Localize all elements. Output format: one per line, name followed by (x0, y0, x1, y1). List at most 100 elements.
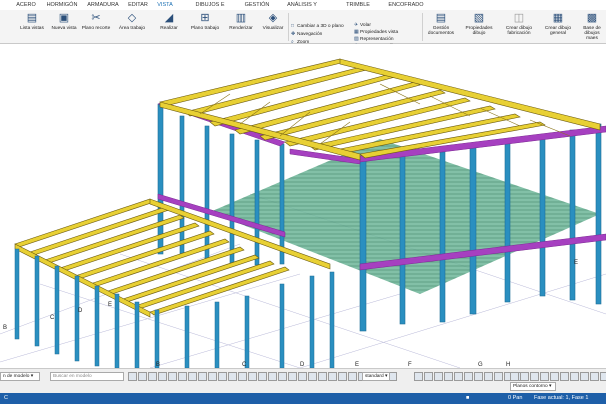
tool-icon[interactable] (288, 372, 297, 381)
tab-analisis-diseno[interactable]: ANÁLISIS Y DISEÑO (276, 1, 328, 17)
tool-icon[interactable] (228, 372, 237, 381)
ribbon-tabs: ACERO HORMIGÓN ARMADURA EDITAR VISTA DIB… (0, 0, 606, 17)
view-list-icon: ▤ (26, 12, 38, 24)
tool-icon[interactable] (248, 372, 257, 381)
tool-icon[interactable] (298, 372, 307, 381)
view-icon[interactable] (540, 372, 549, 381)
phase-status: Fase actual: 1, Fase 1 (534, 395, 589, 401)
snap-icon[interactable] (454, 372, 463, 381)
view-icon[interactable] (590, 372, 599, 381)
grid-labels: B C D E B C D E F G H E (3, 260, 578, 368)
nueva-vista-button[interactable]: ▣ Nueva vista (50, 12, 78, 31)
tool-icon[interactable] (238, 372, 247, 381)
view-icon[interactable] (510, 372, 519, 381)
snap-icon[interactable] (424, 372, 433, 381)
area-trabajo-button[interactable]: ◇ Área trabajo (116, 12, 148, 31)
tab-editar[interactable]: EDITAR (126, 1, 150, 10)
tab-encofrado[interactable]: ENCOFRADO (388, 1, 424, 10)
model-select[interactable]: n de modelo ▾ (0, 372, 40, 381)
snap-icon[interactable] (484, 372, 493, 381)
visualizar-button[interactable]: ◈ Visualizar (260, 12, 286, 31)
tool-icon[interactable] (208, 372, 217, 381)
standard-select[interactable]: standard ▾ (362, 372, 390, 381)
tab-armadura[interactable]: ARMADURA (85, 1, 121, 10)
ribbon-separator (422, 13, 423, 41)
tab-acero[interactable]: ACERO (14, 1, 38, 10)
snap-icon[interactable] (434, 372, 443, 381)
grid-label: D (78, 308, 83, 314)
plano-recorte-button[interactable]: ✂ Plano recorte (80, 12, 112, 31)
gestion-documentos-button[interactable]: ▤ Gestión documentos (424, 12, 458, 36)
grid-label: C (50, 315, 55, 321)
fabrication-drawing-icon: ◫ (513, 12, 525, 24)
snap-icon[interactable] (494, 372, 503, 381)
snap-icon[interactable] (414, 372, 423, 381)
tab-dibujos-informes[interactable]: DIBUJOS E INFORMES (182, 1, 238, 17)
visualize-icon: ◈ (268, 12, 278, 24)
model-3d-view[interactable]: B C D E B C D E F G H E (0, 44, 606, 368)
renderizar-button[interactable]: ▥ Renderizar (226, 12, 256, 31)
view-icon[interactable] (580, 372, 589, 381)
tool-icon[interactable] (158, 372, 167, 381)
snap-icon[interactable] (444, 372, 453, 381)
volar-button[interactable]: ✈ Volar (354, 23, 371, 29)
drawing-properties-icon: ▧ (473, 12, 485, 24)
tab-hormigon[interactable]: HORMIGÓN (44, 1, 80, 10)
crear-dibujo-general-button[interactable]: ▦ Crear dibujo general (542, 12, 574, 36)
tool-icon[interactable] (308, 372, 317, 381)
tab-trimble-connect[interactable]: TRIMBLE CONNECT (333, 1, 383, 17)
view-icon[interactable] (560, 372, 569, 381)
status-field: C (4, 395, 8, 401)
tool-icon[interactable] (328, 372, 337, 381)
bottom-toolbar: n de modelo ▾ Buscar en modelo standard … (0, 368, 606, 394)
tool-icon[interactable] (348, 372, 357, 381)
tab-gestion[interactable]: GESTIÓN (243, 1, 271, 10)
cambiar-3d-button[interactable]: □ Cambiar a 3D o plano (291, 24, 344, 30)
tool-icon[interactable] (198, 372, 207, 381)
representacion-button[interactable]: ▨Representación (354, 37, 394, 43)
model-viewport[interactable]: B C D E B C D E F G H E (0, 44, 606, 368)
tool-icon[interactable] (218, 372, 227, 381)
status-bar: C ■ 0 Pan Fase actual: 1, Fase 1 (0, 393, 606, 404)
plano-trabajo-button[interactable]: ⊞ Plano trabajo (188, 12, 222, 31)
navegacion-button[interactable]: ✥ Navegación (291, 32, 322, 38)
snap-tools[interactable] (414, 372, 523, 381)
tool-icon[interactable] (338, 372, 347, 381)
new-view-icon: ▣ (58, 12, 70, 24)
snap-icon[interactable] (464, 372, 473, 381)
view-icon[interactable] (570, 372, 579, 381)
tool-icon[interactable] (318, 372, 327, 381)
search-input[interactable]: Buscar en modelo (50, 372, 124, 381)
ribbon-panel: ▤ Lista vistas ▣ Nueva vista ✂ Plano rec… (0, 10, 606, 49)
grid-label: E (574, 260, 578, 266)
tool-icon[interactable] (138, 372, 147, 381)
planes-select[interactable]: Planos contorno ▾ (510, 382, 556, 391)
selection-tools[interactable] (128, 372, 397, 381)
tool-icon[interactable] (278, 372, 287, 381)
propiedades-dibujo-button[interactable]: ▧ Propiedades dibujo (462, 12, 496, 36)
realizar-button[interactable]: ◢ Realizar (154, 12, 184, 31)
master-drawing-icon: ▩ (586, 12, 598, 24)
snap-icon[interactable] (474, 372, 483, 381)
grid-label: B (3, 325, 7, 331)
tool-icon[interactable] (178, 372, 187, 381)
roof-trusses-back (159, 58, 601, 161)
view-tools[interactable] (510, 372, 606, 381)
tool-icon[interactable] (168, 372, 177, 381)
view-icon[interactable] (520, 372, 529, 381)
tool-icon[interactable] (128, 372, 137, 381)
pan-status: 0 Pan (508, 395, 523, 401)
tool-icon[interactable] (188, 372, 197, 381)
ribbon-separator (288, 13, 289, 41)
view-icon[interactable] (600, 372, 606, 381)
crear-dibujo-fabricacion-button[interactable]: ◫ Crear dibujo fabricación (500, 12, 538, 36)
tool-icon[interactable] (268, 372, 277, 381)
tool-icon[interactable] (258, 372, 267, 381)
tool-icon[interactable] (148, 372, 157, 381)
propiedades-vista-button[interactable]: ▦Propiedades vista (354, 30, 398, 36)
base-dibujos-button[interactable]: ▩ Base de dibujos maes (578, 12, 606, 41)
view-icon[interactable] (530, 372, 539, 381)
highlight-icon: ◢ (164, 12, 174, 24)
view-icon[interactable] (550, 372, 559, 381)
lista-vistas-button[interactable]: ▤ Lista vistas (18, 12, 46, 31)
